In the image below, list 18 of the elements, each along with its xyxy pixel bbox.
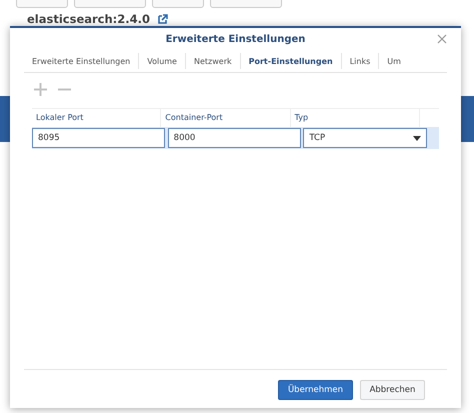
input-field[interactable]: 8000	[168, 128, 301, 148]
caret-icon	[413, 136, 422, 140]
table-row[interactable]: 8095 8000 TCP	[32, 127, 439, 149]
dialog-title: Erweiterte Einstellungen	[166, 34, 306, 44]
add-icon[interactable]	[34, 83, 47, 96]
cancel-button[interactable]: Abbrechen	[360, 380, 425, 400]
tab[interactable]: Links	[342, 56, 378, 66]
tab[interactable]: Erweiterte Einstellungen	[24, 56, 138, 66]
input-field[interactable]: 8095	[32, 128, 165, 148]
tab[interactable]: Um	[379, 56, 409, 66]
tab[interactable]: Netzwerk	[186, 56, 240, 66]
dropdown[interactable]: TCP	[303, 128, 428, 148]
tab[interactable]: Port-Einstellungen	[240, 56, 341, 66]
page-title: elasticsearch:2.4.0	[27, 12, 150, 26]
apply-button[interactable]: Übernehmen	[278, 380, 353, 400]
external-link-icon[interactable]	[158, 14, 168, 24]
tab[interactable]: Volume	[139, 56, 185, 66]
close-icon[interactable]	[437, 34, 447, 44]
